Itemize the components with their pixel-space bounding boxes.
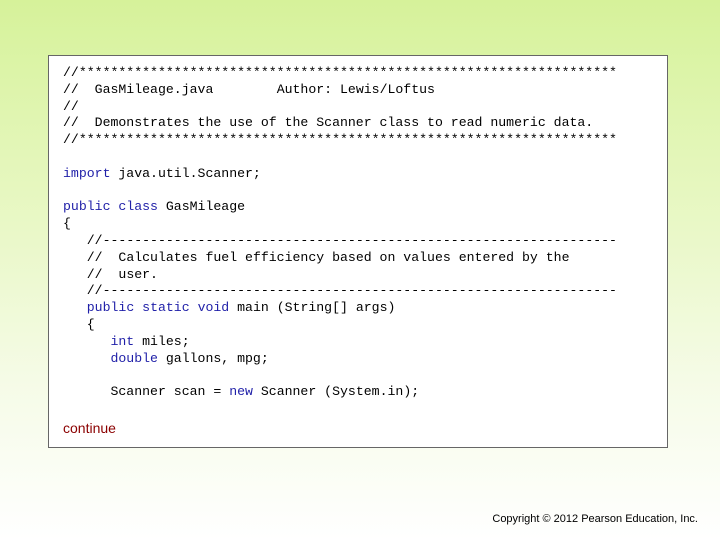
method-comment-line-1: // Calculates fuel efficiency based on v…: [86, 249, 570, 265]
double-keyword: double: [110, 350, 158, 366]
class-declaration-line: public class GasMileage: [63, 199, 617, 216]
empty-line: [63, 183, 617, 200]
double-declaration-line: double gallons, mpg;: [63, 351, 617, 368]
header-title-prefix: //: [63, 81, 95, 97]
public-keyword: public: [86, 300, 135, 316]
import-keyword: import: [63, 165, 111, 181]
class-keyword: class: [118, 199, 158, 215]
scanner-declaration-line: Scanner scan = new Scanner (System.in);: [63, 384, 617, 401]
import-line: import java.util.Scanner;: [63, 166, 617, 183]
header-stars-top: //**************************************…: [63, 65, 617, 80]
int-keyword: int: [110, 333, 135, 349]
int-declaration: miles;: [134, 333, 190, 349]
scanner-constructor: Scanner (System.in);: [252, 384, 420, 400]
method-comment-dashes-top: //--------------------------------------…: [86, 232, 617, 248]
void-keyword: void: [197, 300, 230, 316]
header-blank-line: //: [63, 98, 79, 114]
method-comment-line-2: // user.: [86, 266, 158, 282]
continue-label: continue: [63, 420, 116, 436]
method-signature-line: public static void main (String[] args): [63, 300, 617, 317]
header-author: Author: Lewis/Loftus: [276, 81, 435, 97]
method-signature: main (String[] args): [229, 300, 396, 316]
header-file-name: GasMileage.java: [94, 81, 214, 97]
code-listing: //**************************************…: [63, 65, 617, 401]
int-declaration-line: int miles;: [63, 334, 617, 351]
method-comment-dashes-bottom: //--------------------------------------…: [86, 283, 617, 299]
header-description: // Demonstrates the use of the Scanner c…: [63, 115, 594, 131]
static-keyword: static: [142, 300, 190, 316]
class-open-brace: {: [63, 216, 71, 232]
scanner-declaration: Scanner scan =: [110, 384, 230, 400]
code-listing-panel: //**************************************…: [48, 55, 668, 448]
empty-line: [63, 367, 617, 384]
header-stars-bottom: //**************************************…: [63, 132, 617, 148]
class-name: GasMileage: [157, 199, 246, 215]
import-statement: java.util.Scanner;: [110, 165, 261, 181]
double-declaration: gallons, mpg;: [157, 350, 269, 366]
method-open-brace: {: [86, 316, 95, 332]
new-keyword: new: [229, 384, 253, 400]
copyright-notice: Copyright © 2012 Pearson Education, Inc.: [492, 513, 698, 525]
empty-line: [63, 149, 617, 166]
public-keyword: public: [63, 199, 111, 215]
header-title-line: // GasMileage.java Author: Lewis/Loftus: [63, 82, 617, 99]
